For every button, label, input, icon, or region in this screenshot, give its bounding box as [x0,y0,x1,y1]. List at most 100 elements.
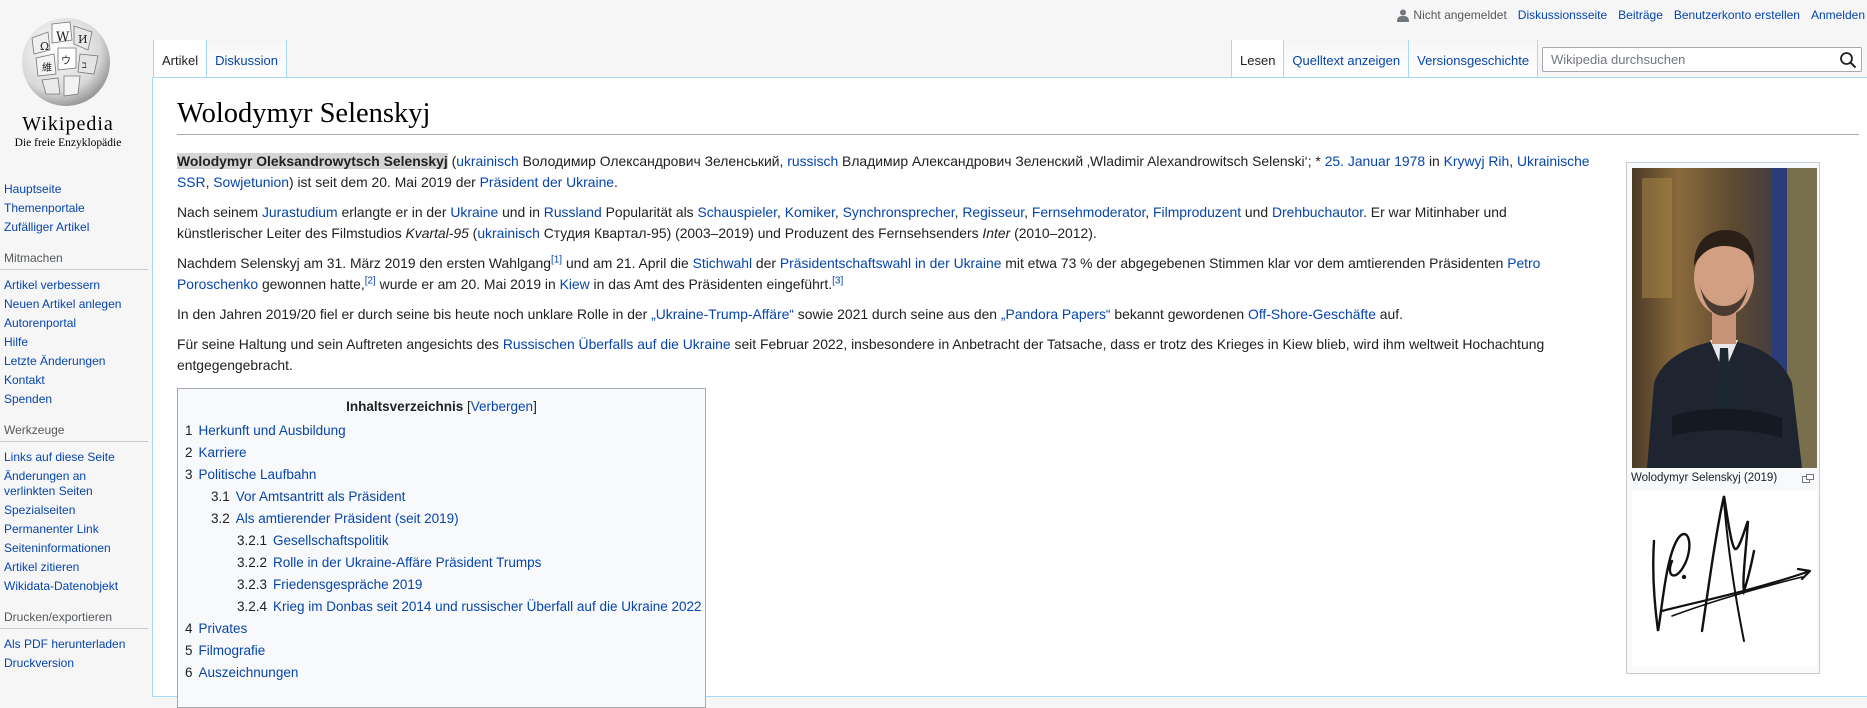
toc-link[interactable]: Politische Laufbahn [199,467,317,482]
text: , [777,204,785,220]
not-logged-in-label: Nicht angemeldet [1413,8,1507,22]
sidebar-item-wikidata[interactable]: Wikidata-Datenobjekt [4,579,118,593]
tab-versionsgeschichte[interactable]: Versionsgeschichte [1409,40,1539,77]
text: auf. [1375,306,1403,322]
text: Nachdem Selenskyj am 31. März 2019 den e… [177,255,551,271]
toc-item[interactable]: 3 Politische Laufbahn [185,464,698,486]
tab-artikel[interactable]: Artikel [153,40,208,77]
sidebar-item-kontakt[interactable]: Kontakt [4,373,45,387]
toc-item[interactable]: 2 Karriere [185,442,698,464]
text: (2010–2012). [1010,225,1097,241]
sidebar-item-zufaelliger-artikel[interactable]: Zufälliger Artikel [4,220,89,234]
link-regisseur[interactable]: Regisseur [962,204,1024,220]
toc-item[interactable]: 3.1 Vor Amtsantritt als Präsident [185,486,698,508]
sidebar-item-letzte-aenderungen[interactable]: Letzte Änderungen [4,354,105,368]
toc-link[interactable]: Privates [199,621,248,636]
link-pandora-papers[interactable]: „Pandora Papers“ [1001,306,1111,322]
ref-1[interactable]: [1] [551,254,562,265]
link-birthdate[interactable]: 25. Januar 1978 [1325,153,1425,169]
toc-number: 2 [185,445,193,460]
personal-tools: Nicht angemeldet Diskussionsseite Beiträ… [1397,8,1867,22]
toc-item[interactable]: 3.2 Als amtierender Präsident (seit 2019) [185,508,698,530]
sidebar-item-spezialseiten[interactable]: Spezialseiten [4,503,75,517]
ref-3[interactable]: [3] [832,275,843,286]
link-krywyj-rih[interactable]: Krywyj Rih [1444,153,1510,169]
portrait-photo[interactable] [1632,168,1817,468]
tab-lesen[interactable]: Lesen [1231,40,1285,77]
signature-image[interactable] [1632,491,1817,666]
link-trump-affaere[interactable]: „Ukraine-Trump-Affäre“ [651,306,794,322]
link-praesidentschaftswahl[interactable]: Präsidentschaftswahl in der Ukraine [780,255,1002,271]
sidebar-item-seiteninformationen[interactable]: Seiteninformationen [4,541,111,555]
ref-2[interactable]: [2] [365,275,376,286]
sidebar-item-hilfe[interactable]: Hilfe [4,335,28,349]
toc-item[interactable]: 4 Privates [185,618,698,640]
link-schauspieler[interactable]: Schauspieler [697,204,777,220]
toc-link[interactable]: Vor Amtsantritt als Präsident [236,489,406,504]
text: , [1024,204,1032,220]
link-fernsehmoderator[interactable]: Fernsehmoderator [1032,204,1146,220]
text: Володимир Олександрович Зеленський, [518,153,788,169]
link-beitraege[interactable]: Beiträge [1618,8,1663,22]
link-kiew[interactable]: Kiew [560,276,590,292]
link-ukrainisch-2[interactable]: ukrainisch [477,225,540,241]
link-synchronsprecher[interactable]: Synchronsprecher [843,204,955,220]
link-ukrainisch[interactable]: ukrainisch [456,153,519,169]
toc-item[interactable]: 3.2.2 Rolle in der Ukraine-Affäre Präside… [185,552,698,574]
toc-link[interactable]: Gesellschaftspolitik [273,533,389,548]
text: gewonnen hatte, [258,276,365,292]
toc-item[interactable]: 1 Herkunft und Ausbildung [185,420,698,442]
tab-quelltext[interactable]: Quelltext anzeigen [1284,40,1410,77]
toc-item[interactable]: 5 Filmografie [185,640,698,662]
link-benutzerkonto-erstellen[interactable]: Benutzerkonto erstellen [1674,8,1800,22]
toc-item[interactable]: 3.2.1 Gesellschaftspolitik [185,530,698,552]
sidebar-item-druckversion[interactable]: Druckversion [4,656,74,670]
sidebar-item-themenportale[interactable]: Themenportale [4,201,85,215]
enlarge-icon[interactable] [1802,474,1814,483]
search-icon[interactable] [1839,51,1857,69]
toc-link[interactable]: Krieg im Donbas seit 2014 und russischer… [273,599,701,614]
toc-link[interactable]: Karriere [199,445,247,460]
toc-link[interactable]: Friedensgespräche 2019 [273,577,422,592]
toc-item[interactable]: 3.2.3 Friedensgespräche 2019 [185,574,698,596]
link-stichwahl[interactable]: Stichwahl [693,255,752,271]
toc-link[interactable]: Als amtierender Präsident (seit 2019) [236,511,459,526]
toc-link[interactable]: Rolle in der Ukraine-Affäre Präsident Tr… [273,555,541,570]
link-filmproduzent[interactable]: Filmproduzent [1153,204,1241,220]
sidebar-item-permanenter-link[interactable]: Permanenter Link [4,522,99,536]
toc-link[interactable]: Herkunft und Ausbildung [199,423,346,438]
link-drehbuchautor[interactable]: Drehbuchautor [1272,204,1363,220]
sidebar-werkzeuge: Werkzeuge Links auf diese Seite Änderung… [0,423,152,596]
sidebar-item-artikel-zitieren[interactable]: Artikel zitieren [4,560,79,574]
link-russland[interactable]: Russland [544,204,602,220]
link-jurastudium[interactable]: Jurastudium [262,204,338,220]
link-russisch[interactable]: russisch [787,153,838,169]
toc-item[interactable]: 3.2.4 Krieg im Donbas seit 2014 und russi… [185,596,702,618]
wikipedia-logo[interactable]: W Ω И ウ 維 ב Wikipedia Die freie Enzyklop… [0,0,152,160]
sidebar-item-links-auf-seite[interactable]: Links auf diese Seite [4,450,115,464]
link-offshore[interactable]: Off-Shore-Geschäfte [1248,306,1376,322]
toc-item[interactable]: 6 Auszeichnungen [185,662,698,684]
sidebar-item-artikel-verbessern[interactable]: Artikel verbessern [4,278,100,292]
link-praesident-ukraine[interactable]: Präsident der Ukraine [480,174,614,190]
sidebar-item-hauptseite[interactable]: Hauptseite [4,182,61,196]
sidebar-item-aenderungen-verlinkt[interactable]: Änderungen an verlinkten Seiten [4,469,93,498]
toc-number: 3.2.2 [237,555,268,570]
toc-toggle[interactable]: Verbergen [471,399,533,414]
sidebar-item-spenden[interactable]: Spenden [4,392,52,406]
link-anmelden[interactable]: Anmelden [1811,8,1865,22]
tab-diskussion[interactable]: Diskussion [207,40,287,77]
sidebar-item-neuen-artikel[interactable]: Neuen Artikel anlegen [4,297,121,311]
search-input[interactable] [1549,48,1829,71]
toc-link[interactable]: Auszeichnungen [199,665,299,680]
sidebar-item-autorenportal[interactable]: Autorenportal [4,316,76,330]
link-sowjetunion[interactable]: Sowjetunion [213,174,289,190]
link-komiker[interactable]: Komiker [785,204,835,220]
link-ukraine[interactable]: Ukraine [450,204,498,220]
link-russischer-ueberfall[interactable]: Russischen Überfalls auf die Ukraine [503,336,731,352]
portrait-image [1632,168,1817,468]
sidebar-item-pdf[interactable]: Als PDF herunterladen [4,637,125,651]
link-diskussionsseite[interactable]: Diskussionsseite [1518,8,1607,22]
toc-link[interactable]: Filmografie [199,643,266,658]
article-body: Wolodymyr Oleksandrowytsch Selenskyj (uk… [177,151,1595,385]
